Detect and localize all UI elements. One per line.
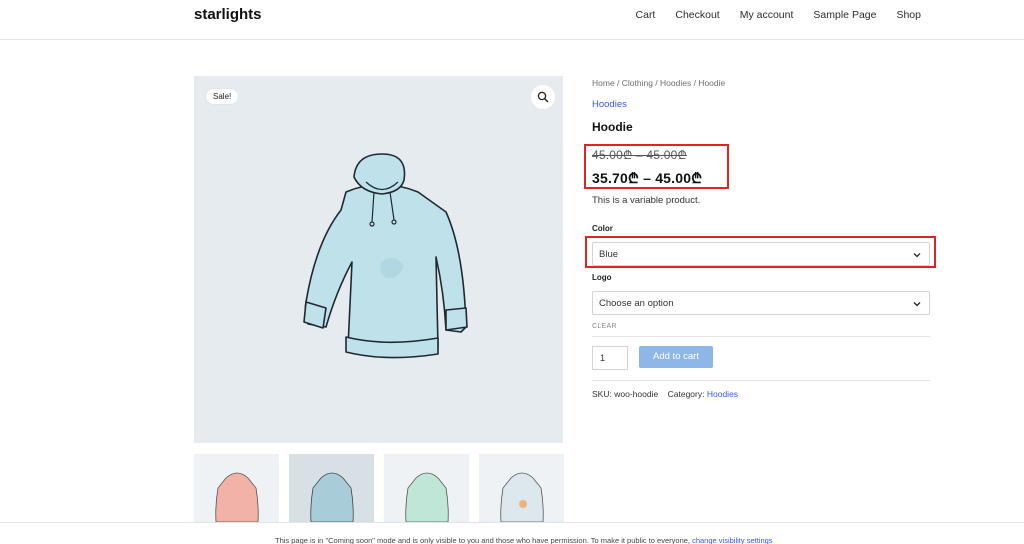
coming-soon-notice: This page is in "Coming soon" mode and i…	[275, 536, 773, 544]
main-nav: Cart Checkout My account Sample Page Sho…	[636, 9, 921, 21]
breadcrumb[interactable]: Home / Clothing / Hoodies / Hoodie	[592, 78, 725, 88]
product-main-image[interactable]: Sale!	[194, 76, 563, 443]
hoodie-thumbnail-icon	[215, 472, 259, 523]
nav-cart[interactable]: Cart	[636, 9, 656, 21]
clear-variations-link[interactable]: CLEAR	[592, 323, 617, 330]
divider	[592, 336, 930, 337]
hoodie-thumbnail-icon	[405, 472, 449, 523]
sku-value: woo-hoodie	[614, 389, 659, 399]
quantity-input[interactable]: 1	[592, 346, 628, 370]
category-meta-link[interactable]: Hoodies	[707, 389, 738, 399]
thumbnail-blue-hoodie[interactable]	[289, 454, 374, 524]
hoodie-illustration	[303, 153, 468, 359]
color-select-value: Blue	[599, 249, 619, 260]
product-title: Hoodie	[592, 120, 633, 134]
product-meta: SKU: woo-hoodie Category: Hoodies	[592, 389, 738, 399]
color-label: Color	[592, 224, 613, 233]
gallery-thumbnails	[194, 454, 564, 524]
price-sale: 35.70₾ – 45.00₾	[592, 170, 703, 186]
logo-select[interactable]: Choose an option	[592, 291, 930, 315]
hoodie-thumbnail-icon	[500, 472, 544, 523]
nav-sample-page[interactable]: Sample Page	[813, 9, 876, 21]
logo-select-value: Choose an option	[599, 298, 674, 309]
coming-soon-text: This page is in "Coming soon" mode and i…	[275, 536, 690, 544]
short-description: This is a variable product.	[592, 195, 701, 206]
nav-my-account[interactable]: My account	[740, 9, 794, 21]
divider	[592, 380, 930, 381]
site-header: starlights Cart Checkout My account Samp…	[0, 0, 1024, 40]
chevron-down-icon	[913, 253, 921, 258]
nav-shop[interactable]: Shop	[896, 9, 921, 21]
add-to-cart-button[interactable]: Add to cart	[639, 346, 713, 368]
thumbnail-logo-hoodie[interactable]	[479, 454, 564, 524]
logo-label: Logo	[592, 273, 612, 282]
color-select[interactable]: Blue	[592, 242, 930, 266]
category-link[interactable]: Hoodies	[592, 99, 627, 110]
thumbnail-pink-hoodie[interactable]	[194, 454, 279, 524]
visibility-settings-link[interactable]: change visibility settings	[692, 536, 772, 544]
thumbnail-green-hoodie[interactable]	[384, 454, 469, 524]
hoodie-thumbnail-icon	[310, 472, 354, 523]
search-icon	[537, 91, 549, 103]
category-label: Category:	[667, 389, 705, 399]
sale-badge: Sale!	[206, 89, 239, 104]
price-regular: 45.00₾ – 45.00₾	[592, 148, 687, 162]
site-title[interactable]: starlights	[194, 6, 262, 23]
zoom-button[interactable]	[531, 85, 555, 109]
chevron-down-icon	[913, 302, 921, 307]
sku-label: SKU:	[592, 389, 612, 399]
nav-checkout[interactable]: Checkout	[675, 9, 719, 21]
